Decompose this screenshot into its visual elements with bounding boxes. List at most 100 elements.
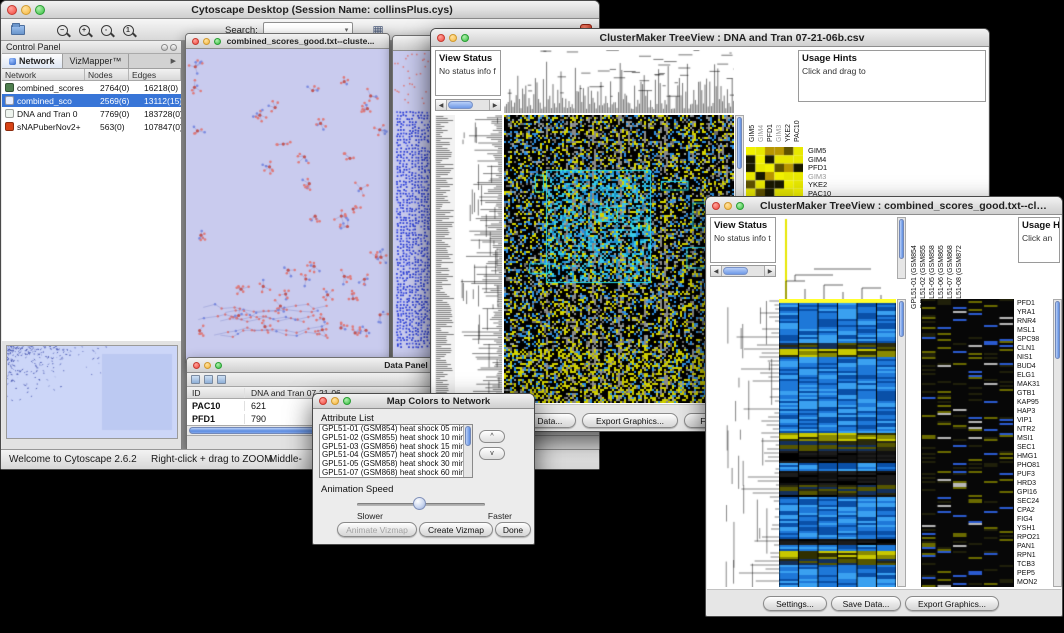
- gene-label[interactable]: NIS1: [1017, 353, 1040, 362]
- column-dendrogram[interactable]: [779, 217, 896, 301]
- open-folder-icon[interactable]: [9, 21, 27, 39]
- close-button[interactable]: [7, 5, 17, 15]
- gene-label[interactable]: CPA2: [1017, 506, 1040, 515]
- column-header-id[interactable]: ID: [187, 388, 245, 398]
- network-canvas[interactable]: [186, 49, 389, 362]
- zoom-button[interactable]: [35, 5, 45, 15]
- zoom-button[interactable]: [215, 362, 222, 369]
- zoom-button[interactable]: [214, 38, 221, 45]
- gene-label[interactable]: YSH1: [1017, 524, 1040, 533]
- zoom-button[interactable]: [736, 202, 744, 210]
- export-graphics-button[interactable]: Export Graphics...: [905, 596, 999, 611]
- minimize-button[interactable]: [449, 34, 457, 42]
- panel-float-icon[interactable]: [161, 44, 168, 51]
- zoom-out-icon[interactable]: −: [53, 21, 71, 39]
- minimize-button[interactable]: [203, 38, 210, 45]
- gene-label[interactable]: GPI16: [1017, 488, 1040, 497]
- move-up-button[interactable]: ^: [479, 430, 505, 443]
- panel-close-icon[interactable]: [170, 44, 177, 51]
- heatmap-canvas[interactable]: [779, 299, 896, 587]
- minimize-button[interactable]: [331, 397, 339, 405]
- gene-label[interactable]: GTB1: [1017, 389, 1040, 398]
- attribute-list-item[interactable]: GPL51-07 (GSM868) heat shock 60 min: [320, 469, 463, 478]
- scroll-thumb[interactable]: [899, 301, 904, 337]
- create-vizmap-button[interactable]: Create Vizmap: [419, 522, 493, 537]
- vertical-scrollbar[interactable]: [1053, 299, 1062, 587]
- gene-label[interactable]: HAP3: [1017, 407, 1040, 416]
- gene-label[interactable]: SEC1: [1017, 443, 1040, 452]
- zoom-button[interactable]: [461, 34, 469, 42]
- network-row[interactable]: sNAPuberNov2+563(0)107847(0): [2, 120, 181, 133]
- zoom-button[interactable]: [343, 397, 351, 405]
- scroll-thumb[interactable]: [448, 101, 473, 109]
- attribute-create-icon[interactable]: [204, 375, 213, 384]
- horizontal-scroll-control[interactable]: ◀ ▶: [710, 265, 776, 277]
- main-title-bar[interactable]: Cytoscape Desktop (Session Name: collins…: [1, 1, 599, 19]
- horizontal-scroll-control[interactable]: ◀ ▶: [435, 99, 501, 111]
- minimize-button[interactable]: [204, 362, 211, 369]
- export-graphics-button[interactable]: Export Graphics...: [582, 413, 678, 428]
- gene-label[interactable]: PAN1: [1017, 542, 1040, 551]
- network-row[interactable]: combined_sco2569(6)13112(15): [2, 94, 181, 107]
- correlation-matrix[interactable]: [746, 147, 803, 197]
- gene-label[interactable]: ELG1: [1017, 371, 1040, 380]
- gene-label[interactable]: YRA1: [1017, 308, 1040, 317]
- row-dendrogram[interactable]: [710, 299, 779, 587]
- scroll-left-icon[interactable]: ◀: [436, 100, 447, 110]
- settings-button[interactable]: Settings...: [763, 596, 827, 611]
- gene-label[interactable]: SEC24: [1017, 497, 1040, 506]
- gene-label[interactable]: MON2: [1017, 578, 1040, 587]
- gene-label[interactable]: PUF3: [1017, 470, 1040, 479]
- speed-slider-thumb[interactable]: [413, 497, 426, 510]
- gene-label[interactable]: BUD4: [1017, 362, 1040, 371]
- done-button[interactable]: Done: [495, 522, 531, 537]
- close-button[interactable]: [192, 38, 199, 45]
- gene-label[interactable]: HRD3: [1017, 479, 1040, 488]
- treeview-combined-title-bar[interactable]: ClusterMaker TreeView : combined_scores_…: [706, 197, 1062, 215]
- secondary-heatmap-canvas[interactable]: [921, 299, 1014, 587]
- tab-network[interactable]: Network: [2, 54, 63, 68]
- minimize-button[interactable]: [21, 5, 31, 15]
- gene-label[interactable]: VIP1: [1017, 416, 1040, 425]
- attribute-select-icon[interactable]: [191, 375, 200, 384]
- network-window-title-bar[interactable]: combined_scores_good.txt--cluste...: [186, 34, 389, 49]
- minimize-button[interactable]: [724, 202, 732, 210]
- gene-label[interactable]: PFD1: [1017, 299, 1040, 308]
- scroll-thumb[interactable]: [737, 117, 742, 169]
- network-overview-thumbnail[interactable]: [6, 345, 178, 439]
- save-data-button[interactable]: Save Data...: [831, 596, 901, 611]
- gene-label[interactable]: SPC98: [1017, 335, 1040, 344]
- scroll-thumb[interactable]: [899, 219, 904, 259]
- gene-label[interactable]: MSI1: [1017, 434, 1040, 443]
- gene-label[interactable]: TCB3: [1017, 560, 1040, 569]
- scroll-left-icon[interactable]: ◀: [711, 266, 722, 276]
- tab-overflow-arrow[interactable]: ▶: [166, 54, 181, 68]
- gene-label[interactable]: KAP95: [1017, 398, 1040, 407]
- attribute-delete-icon[interactable]: [217, 375, 226, 384]
- gene-label[interactable]: PHO81: [1017, 461, 1040, 470]
- scroll-right-icon[interactable]: ▶: [489, 100, 500, 110]
- gene-label[interactable]: CLN1: [1017, 344, 1040, 353]
- gene-label[interactable]: RPN1: [1017, 551, 1040, 560]
- gene-label[interactable]: HMG1: [1017, 452, 1040, 461]
- scroll-thumb[interactable]: [1055, 301, 1060, 359]
- vertical-scrollbar[interactable]: [897, 217, 906, 279]
- treeview-dna-title-bar[interactable]: ClusterMaker TreeView : DNA and Tran 07-…: [431, 29, 989, 47]
- zoom-fit-icon[interactable]: ▫: [97, 21, 115, 39]
- zoom-in-icon[interactable]: +: [75, 21, 93, 39]
- close-button[interactable]: [712, 202, 720, 210]
- vertical-scrollbar[interactable]: [463, 425, 472, 477]
- move-down-button[interactable]: v: [479, 447, 505, 460]
- gene-label[interactable]: NTR2: [1017, 425, 1040, 434]
- gene-label[interactable]: PEP5: [1017, 569, 1040, 578]
- column-dendrogram[interactable]: [504, 50, 734, 113]
- tab-vizmapper[interactable]: VizMapper™: [63, 54, 130, 68]
- close-button[interactable]: [437, 34, 445, 42]
- gene-label[interactable]: RPO21: [1017, 533, 1040, 542]
- attribute-listbox[interactable]: GPL51-01 (GSM854) heat shock 05 minGPL51…: [319, 424, 473, 478]
- close-button[interactable]: [193, 362, 200, 369]
- heatmap-canvas[interactable]: [504, 115, 734, 403]
- vertical-scrollbar[interactable]: [897, 299, 906, 587]
- gene-label[interactable]: FIG4: [1017, 515, 1040, 524]
- close-button[interactable]: [319, 397, 327, 405]
